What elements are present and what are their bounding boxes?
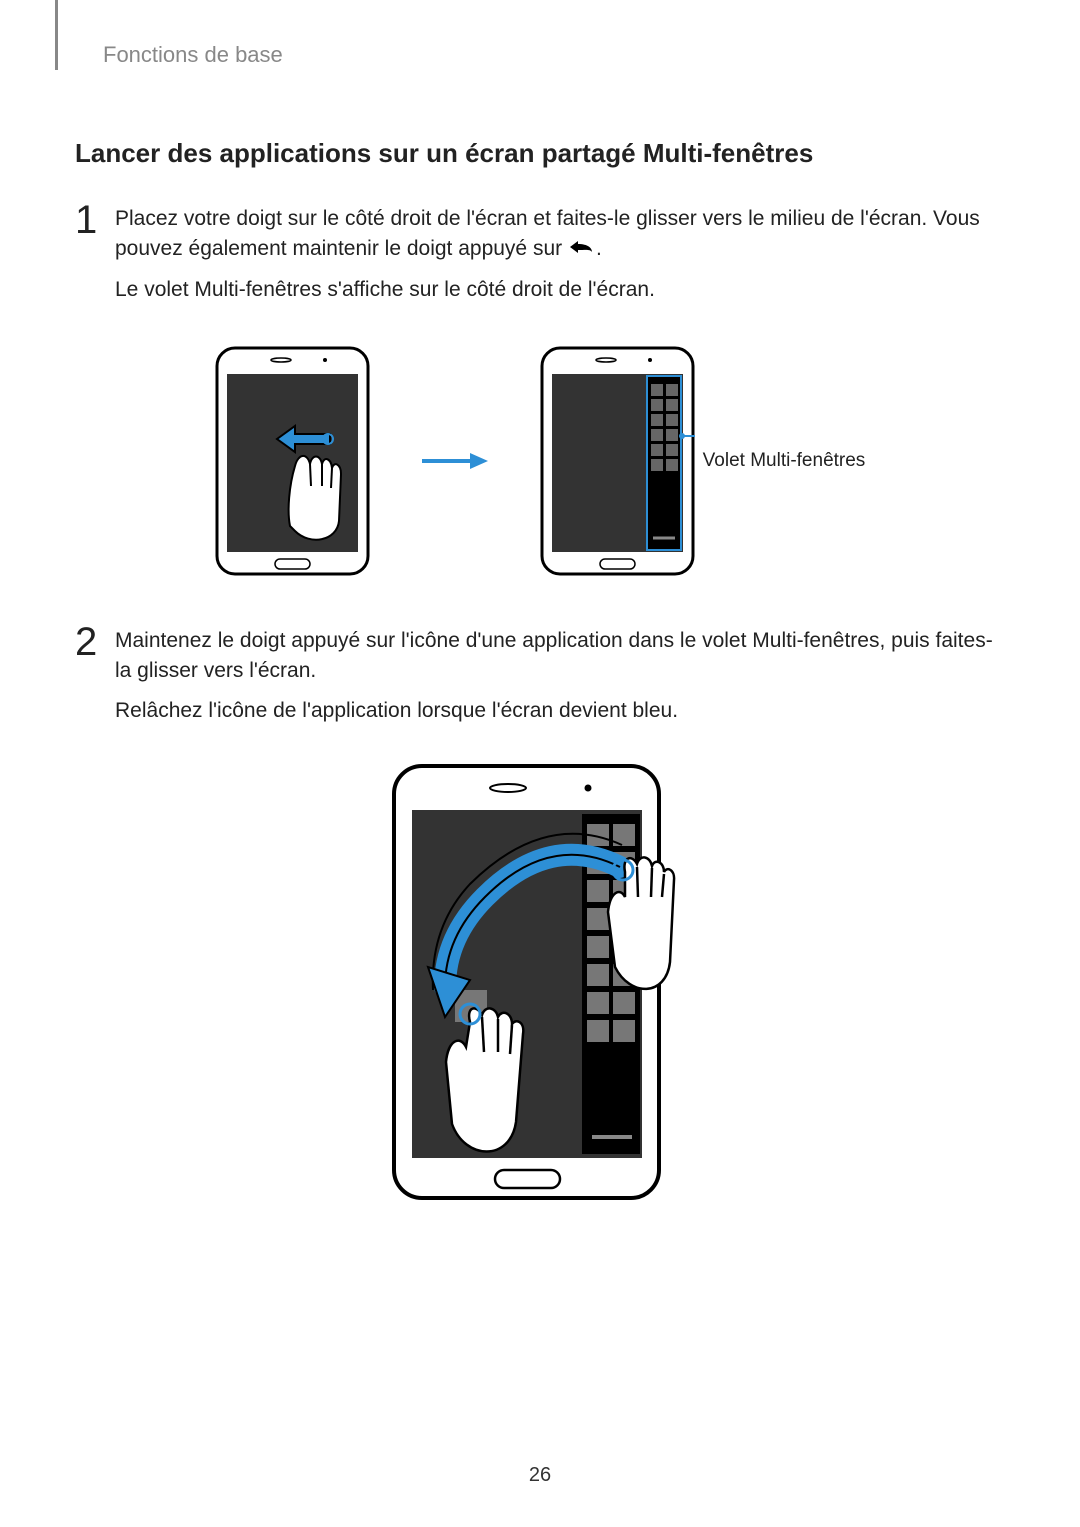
step-1-text: Placez votre doigt sur le côté droit de … bbox=[115, 204, 1005, 265]
step-2: 2 Maintenez le doigt appuyé sur l'icône … bbox=[75, 626, 1005, 737]
callout-tray-label: Volet Multi-fenêtres bbox=[703, 450, 866, 472]
back-arrow-icon bbox=[568, 235, 596, 265]
phone-swipe-illustration bbox=[215, 346, 370, 576]
header-border-line bbox=[55, 0, 58, 70]
transition-arrow-icon bbox=[420, 451, 490, 471]
page-number: 26 bbox=[0, 1464, 1080, 1487]
figure-step-2 bbox=[75, 762, 1005, 1222]
phone-tray-illustration bbox=[540, 346, 695, 576]
section-title: Lancer des applications sur un écran par… bbox=[75, 138, 1005, 169]
figure-step-1: Volet Multi-fenêtres bbox=[75, 346, 1005, 576]
step-1-text-after: . bbox=[596, 237, 602, 260]
step-1: 1 Placez votre doigt sur le côté droit d… bbox=[75, 204, 1005, 316]
step-2-text-1: Maintenez le doigt appuyé sur l'icône d'… bbox=[115, 626, 1005, 687]
step-1-text-2: Le volet Multi-fenêtres s'affiche sur le… bbox=[115, 275, 1005, 305]
step-2-text-2: Relâchez l'icône de l'application lorsqu… bbox=[115, 696, 1005, 726]
step-1-text-before: Placez votre doigt sur le côté droit de … bbox=[115, 207, 980, 260]
step-number: 1 bbox=[75, 200, 115, 240]
step-number: 2 bbox=[75, 622, 115, 662]
page-header: Fonctions de base bbox=[103, 42, 1005, 68]
